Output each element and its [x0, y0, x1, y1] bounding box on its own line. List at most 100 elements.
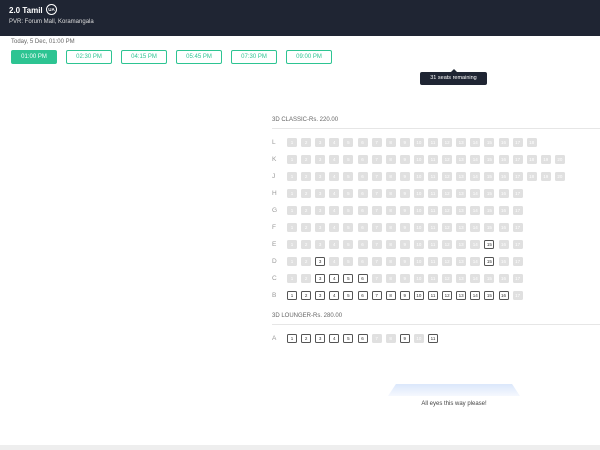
seat-sold: 2 — [301, 138, 312, 147]
seat-sold: 14 — [470, 223, 481, 232]
seat-available[interactable]: 3 — [315, 334, 326, 343]
seat-available[interactable]: 4 — [329, 274, 340, 283]
seat-sold: 12 — [442, 274, 453, 283]
seat-available[interactable]: 15 — [484, 257, 495, 266]
seat-available[interactable]: 5 — [343, 334, 354, 343]
seat-sold: 14 — [470, 206, 481, 215]
seat-available[interactable]: 3 — [315, 291, 326, 300]
seat-available[interactable]: 11 — [428, 334, 438, 343]
seat-sold: 9 — [399, 155, 410, 164]
screen-indicator — [388, 384, 520, 396]
seat-available[interactable]: 2 — [301, 334, 312, 343]
seat-sold: 4 — [329, 155, 340, 164]
seat-sold: 15 — [484, 189, 495, 198]
seat-sold: 16 — [498, 206, 509, 215]
seat-sold: 20 — [554, 172, 565, 181]
showtime-button[interactable]: 05:45 PM — [176, 50, 222, 64]
seat-available[interactable]: 12 — [442, 291, 453, 300]
row-label: B — [272, 292, 277, 299]
seat-sold: 15 — [484, 172, 495, 181]
seat-sold: 2 — [301, 274, 312, 283]
seat-sold: 11 — [428, 223, 438, 232]
seat-sold: 5 — [343, 189, 354, 198]
seat-sold: 6 — [357, 223, 368, 232]
seats-remaining-tooltip: 31 seats remaining — [420, 69, 487, 85]
seat-sold: 17 — [512, 291, 523, 300]
seat-available[interactable]: 9 — [399, 291, 410, 300]
seat-available[interactable]: 5 — [343, 274, 354, 283]
row-label: J — [272, 173, 276, 180]
seat-available[interactable]: 14 — [470, 291, 481, 300]
seat-sold: 6 — [357, 257, 368, 266]
seat-sold: 13 — [456, 206, 467, 215]
seat-sold: 6 — [357, 240, 368, 249]
seat-sold: 7 — [371, 172, 382, 181]
seat-sold: 11 — [428, 189, 438, 198]
seat-sold: 11 — [428, 155, 438, 164]
seat-sold: 16 — [498, 223, 509, 232]
seat-available[interactable]: 9 — [399, 334, 410, 343]
seat-sold: 10 — [413, 189, 424, 198]
seat-sold: 17 — [512, 223, 523, 232]
seat-sold: 6 — [357, 138, 368, 147]
seat-sold: 16 — [498, 155, 509, 164]
seat-available[interactable]: 5 — [343, 291, 354, 300]
seat-sold: 16 — [498, 189, 509, 198]
seat-available[interactable]: 8 — [385, 291, 396, 300]
seat-sold: 6 — [357, 172, 368, 181]
seat-sold: 17 — [512, 155, 523, 164]
seat-available[interactable]: 15 — [484, 240, 495, 249]
seat-sold: 17 — [512, 274, 523, 283]
seat-sold: 5 — [343, 240, 354, 249]
row-label: A — [272, 335, 277, 342]
showtime-bar: Today, 5 Dec, 01:00 PM 01:00 PM 02:30 PM 0… — [0, 36, 600, 70]
showtime-button[interactable]: 04:15 PM — [121, 50, 167, 64]
seat-sold: 10 — [413, 257, 424, 266]
seat-available[interactable]: 6 — [357, 291, 368, 300]
seat-sold: 3 — [315, 223, 326, 232]
seat-sold: 8 — [385, 274, 396, 283]
seat-sold: 9 — [399, 206, 410, 215]
seat-available[interactable]: 4 — [329, 334, 340, 343]
seat-sold: 12 — [442, 172, 453, 181]
seat-sold: 12 — [442, 223, 453, 232]
seat-sold: 6 — [357, 206, 368, 215]
row-label: C — [272, 275, 277, 282]
seat-available[interactable]: 16 — [498, 291, 509, 300]
seat-available[interactable]: 15 — [484, 291, 495, 300]
showtime-button[interactable]: 01:00 PM — [11, 50, 57, 64]
seat-available[interactable]: 4 — [329, 291, 340, 300]
seat-sold: 16 — [498, 274, 509, 283]
seat-sold: 11 — [428, 138, 438, 147]
seat-sold: 2 — [301, 172, 312, 181]
seat-sold: 15 — [484, 206, 495, 215]
movie-title: 2.0 Tamil — [9, 6, 43, 15]
seat-sold: 13 — [456, 223, 467, 232]
seat-available[interactable]: 11 — [428, 291, 438, 300]
seat-sold: 3 — [315, 206, 326, 215]
seat-available[interactable]: 6 — [357, 334, 368, 343]
seat-available[interactable]: 3 — [315, 274, 326, 283]
showtime-button[interactable]: 09:00 PM — [286, 50, 332, 64]
seat-sold: 5 — [343, 172, 354, 181]
seat-sold: 6 — [357, 155, 368, 164]
seat-sold: 10 — [413, 155, 424, 164]
seat-sold: 4 — [329, 138, 340, 147]
seat-available[interactable]: 3 — [315, 257, 326, 266]
seat-available[interactable]: 1 — [287, 291, 297, 300]
seat-sold: 2 — [301, 189, 312, 198]
seat-available[interactable]: 2 — [301, 291, 312, 300]
header-bar: 2.0 Tamil UA PVR: Forum Mall, Koramangal… — [0, 0, 600, 36]
seat-available[interactable]: 13 — [456, 291, 467, 300]
seat-sold: 11 — [428, 206, 438, 215]
seat-available[interactable]: 6 — [357, 274, 368, 283]
showtime-button[interactable]: 07:30 PM — [231, 50, 277, 64]
seat-sold: 10 — [413, 206, 424, 215]
seat-sold: 13 — [456, 138, 467, 147]
showtime-button[interactable]: 02:30 PM — [66, 50, 112, 64]
seat-available[interactable]: 10 — [413, 291, 424, 300]
seat-sold: 8 — [385, 206, 396, 215]
seat-available[interactable]: 1 — [287, 334, 297, 343]
seat-sold: 14 — [470, 274, 481, 283]
seat-available[interactable]: 7 — [371, 291, 382, 300]
